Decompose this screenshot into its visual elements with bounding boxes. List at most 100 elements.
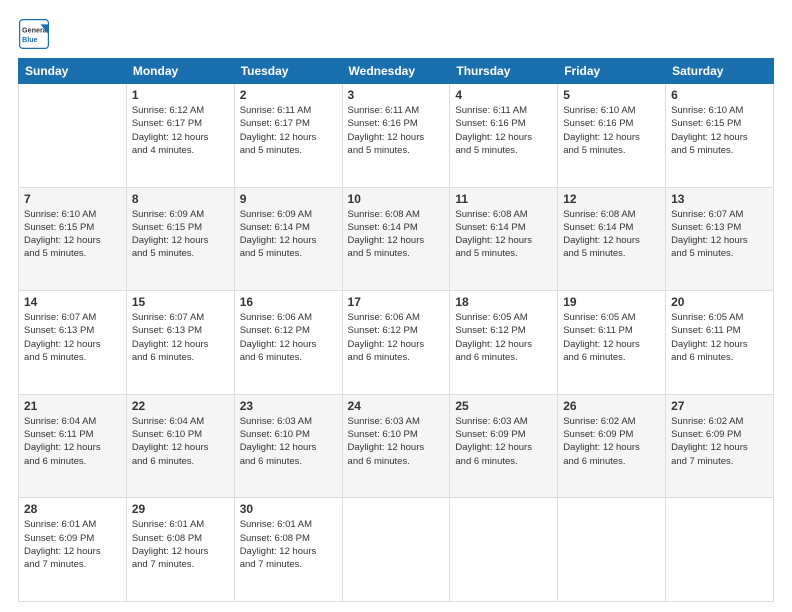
calendar-day-cell: 14 Sunrise: 6:07 AM Sunset: 6:13 PM Dayli… [19,291,127,395]
day-info: Sunrise: 6:04 AM Sunset: 6:11 PM Dayligh… [24,415,121,468]
day-info: Sunrise: 6:11 AM Sunset: 6:16 PM Dayligh… [455,104,552,157]
calendar-week-row: 14 Sunrise: 6:07 AM Sunset: 6:13 PM Dayli… [19,291,774,395]
day-number: 14 [24,295,121,309]
day-info: Sunrise: 6:07 AM Sunset: 6:13 PM Dayligh… [671,208,768,261]
calendar-day-cell: 28 Sunrise: 6:01 AM Sunset: 6:09 PM Dayli… [19,498,127,602]
calendar-week-row: 28 Sunrise: 6:01 AM Sunset: 6:09 PM Dayli… [19,498,774,602]
day-info: Sunrise: 6:05 AM Sunset: 6:11 PM Dayligh… [563,311,660,364]
calendar-day-cell: 17Sunrise: 6:06 AM Sunset: 6:12 PM Dayli… [342,291,450,395]
day-number: 1 [132,88,229,102]
day-number: 24 [348,399,445,413]
calendar-day-cell: 24 Sunrise: 6:03 AM Sunset: 6:10 PM Dayli… [342,394,450,498]
day-number: 6 [671,88,768,102]
day-info: Sunrise: 6:10 AM Sunset: 6:15 PM Dayligh… [24,208,121,261]
calendar-day-cell [666,498,774,602]
calendar-day-cell: 29 Sunrise: 6:01 AM Sunset: 6:08 PM Dayli… [126,498,234,602]
day-number: 4 [455,88,552,102]
day-number: 30 [240,502,337,516]
calendar-week-row: 7 Sunrise: 6:10 AM Sunset: 6:15 PM Daylig… [19,187,774,291]
day-info: Sunrise: 6:11 AM Sunset: 6:17 PM Dayligh… [240,104,337,157]
calendar-day-cell: 8 Sunrise: 6:09 AM Sunset: 6:15 PM Daylig… [126,187,234,291]
day-info: Sunrise: 6:03 AM Sunset: 6:10 PM Dayligh… [240,415,337,468]
day-number: 26 [563,399,660,413]
day-number: 25 [455,399,552,413]
weekday-header: Sunday [19,59,127,84]
day-info: Sunrise: 6:05 AM Sunset: 6:11 PM Dayligh… [671,311,768,364]
calendar-day-cell: 30 Sunrise: 6:01 AM Sunset: 6:08 PM Dayli… [234,498,342,602]
calendar-day-cell: 26Sunrise: 6:02 AM Sunset: 6:09 PM Dayli… [558,394,666,498]
weekday-header: Friday [558,59,666,84]
day-number: 12 [563,192,660,206]
calendar-day-cell: 4 Sunrise: 6:11 AM Sunset: 6:16 PM Daylig… [450,84,558,188]
day-number: 10 [348,192,445,206]
calendar-day-cell [450,498,558,602]
page-header: General Blue [18,18,774,50]
day-info: Sunrise: 6:10 AM Sunset: 6:15 PM Dayligh… [671,104,768,157]
day-info: Sunrise: 6:10 AM Sunset: 6:16 PM Dayligh… [563,104,660,157]
day-info: Sunrise: 6:04 AM Sunset: 6:10 PM Dayligh… [132,415,229,468]
day-number: 19 [563,295,660,309]
weekday-header: Tuesday [234,59,342,84]
day-number: 5 [563,88,660,102]
svg-text:Blue: Blue [22,35,38,44]
calendar-day-cell: 1 Sunrise: 6:12 AM Sunset: 6:17 PM Daylig… [126,84,234,188]
calendar-day-cell [342,498,450,602]
day-number: 16 [240,295,337,309]
day-info: Sunrise: 6:01 AM Sunset: 6:08 PM Dayligh… [132,518,229,571]
day-info: Sunrise: 6:12 AM Sunset: 6:17 PM Dayligh… [132,104,229,157]
day-number: 13 [671,192,768,206]
day-info: Sunrise: 6:01 AM Sunset: 6:08 PM Dayligh… [240,518,337,571]
day-info: Sunrise: 6:02 AM Sunset: 6:09 PM Dayligh… [671,415,768,468]
calendar-day-cell: 6 Sunrise: 6:10 AM Sunset: 6:15 PM Daylig… [666,84,774,188]
weekday-header: Wednesday [342,59,450,84]
calendar-day-cell: 9 Sunrise: 6:09 AM Sunset: 6:14 PM Daylig… [234,187,342,291]
day-number: 21 [24,399,121,413]
calendar-header-row: SundayMondayTuesdayWednesdayThursdayFrid… [19,59,774,84]
calendar-day-cell: 16 Sunrise: 6:06 AM Sunset: 6:12 PM Dayli… [234,291,342,395]
day-info: Sunrise: 6:03 AM Sunset: 6:10 PM Dayligh… [348,415,445,468]
day-info: Sunrise: 6:09 AM Sunset: 6:14 PM Dayligh… [240,208,337,261]
day-info: Sunrise: 6:08 AM Sunset: 6:14 PM Dayligh… [455,208,552,261]
day-number: 28 [24,502,121,516]
weekday-header: Saturday [666,59,774,84]
day-info: Sunrise: 6:07 AM Sunset: 6:13 PM Dayligh… [132,311,229,364]
calendar-day-cell: 27Sunrise: 6:02 AM Sunset: 6:09 PM Dayli… [666,394,774,498]
day-info: Sunrise: 6:08 AM Sunset: 6:14 PM Dayligh… [348,208,445,261]
calendar-day-cell: 20 Sunrise: 6:05 AM Sunset: 6:11 PM Dayli… [666,291,774,395]
day-number: 22 [132,399,229,413]
calendar-day-cell: 18Sunrise: 6:05 AM Sunset: 6:12 PM Dayli… [450,291,558,395]
logo: General Blue [18,18,50,50]
day-number: 23 [240,399,337,413]
day-number: 18 [455,295,552,309]
day-number: 20 [671,295,768,309]
day-info: Sunrise: 6:08 AM Sunset: 6:14 PM Dayligh… [563,208,660,261]
calendar-week-row: 1 Sunrise: 6:12 AM Sunset: 6:17 PM Daylig… [19,84,774,188]
calendar-day-cell: 19 Sunrise: 6:05 AM Sunset: 6:11 PM Dayli… [558,291,666,395]
calendar-day-cell: 25Sunrise: 6:03 AM Sunset: 6:09 PM Dayli… [450,394,558,498]
calendar-day-cell: 7 Sunrise: 6:10 AM Sunset: 6:15 PM Daylig… [19,187,127,291]
logo-icon: General Blue [18,18,50,50]
day-number: 9 [240,192,337,206]
day-number: 2 [240,88,337,102]
calendar-day-cell: 3Sunrise: 6:11 AM Sunset: 6:16 PM Daylig… [342,84,450,188]
calendar-table: SundayMondayTuesdayWednesdayThursdayFrid… [18,58,774,602]
calendar-day-cell: 5 Sunrise: 6:10 AM Sunset: 6:16 PM Daylig… [558,84,666,188]
day-number: 29 [132,502,229,516]
calendar-day-cell: 11 Sunrise: 6:08 AM Sunset: 6:14 PM Dayli… [450,187,558,291]
day-info: Sunrise: 6:11 AM Sunset: 6:16 PM Dayligh… [348,104,445,157]
calendar-day-cell: 12 Sunrise: 6:08 AM Sunset: 6:14 PM Dayli… [558,187,666,291]
calendar-day-cell: 23 Sunrise: 6:03 AM Sunset: 6:10 PM Dayli… [234,394,342,498]
calendar-day-cell: 13 Sunrise: 6:07 AM Sunset: 6:13 PM Dayli… [666,187,774,291]
calendar-day-cell [19,84,127,188]
day-info: Sunrise: 6:06 AM Sunset: 6:12 PM Dayligh… [240,311,337,364]
calendar-day-cell: 15Sunrise: 6:07 AM Sunset: 6:13 PM Dayli… [126,291,234,395]
day-info: Sunrise: 6:07 AM Sunset: 6:13 PM Dayligh… [24,311,121,364]
day-info: Sunrise: 6:01 AM Sunset: 6:09 PM Dayligh… [24,518,121,571]
day-number: 7 [24,192,121,206]
calendar-week-row: 21 Sunrise: 6:04 AM Sunset: 6:11 PM Dayli… [19,394,774,498]
calendar-day-cell: 21 Sunrise: 6:04 AM Sunset: 6:11 PM Dayli… [19,394,127,498]
calendar-day-cell: 2 Sunrise: 6:11 AM Sunset: 6:17 PM Daylig… [234,84,342,188]
day-info: Sunrise: 6:09 AM Sunset: 6:15 PM Dayligh… [132,208,229,261]
day-number: 11 [455,192,552,206]
day-number: 8 [132,192,229,206]
